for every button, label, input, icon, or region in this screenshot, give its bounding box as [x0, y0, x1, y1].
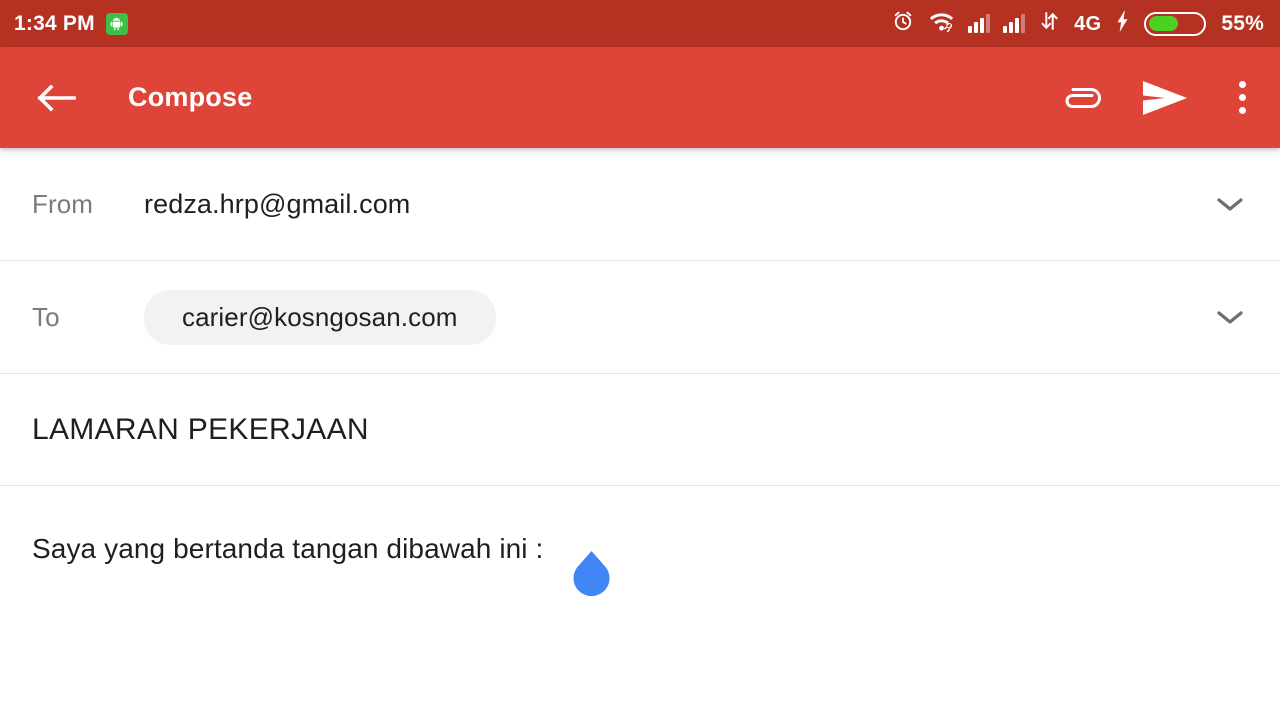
- battery-icon: [1144, 11, 1207, 36]
- android-robot-icon: [105, 12, 128, 35]
- wifi-icon: [928, 10, 955, 37]
- chevron-down-icon[interactable]: [1210, 184, 1250, 224]
- app-toolbar: Compose: [0, 47, 1280, 148]
- from-label: From: [32, 188, 94, 219]
- more-vertical-icon[interactable]: [1227, 77, 1258, 118]
- message-body-input[interactable]: Saya yang bertanda tangan dibawah ini :: [32, 530, 1248, 568]
- alarm-clock-icon: [891, 9, 915, 38]
- cellular-signal-icon: [968, 14, 991, 33]
- back-arrow-icon[interactable]: [36, 82, 78, 114]
- status-bar-left: 1:34 PM: [14, 12, 128, 35]
- to-label: To: [32, 301, 60, 332]
- send-paper-plane-icon[interactable]: [1139, 78, 1189, 118]
- paperclip-icon[interactable]: [1059, 83, 1101, 113]
- status-bar-right: 4G 55%: [891, 9, 1264, 38]
- cellular-signal-icon: [1003, 14, 1026, 33]
- status-bar-clock: 1:34 PM: [14, 12, 95, 35]
- recipient-chip[interactable]: carier@kosngosan.com: [144, 289, 496, 345]
- battery-percentage-label: 55%: [1221, 12, 1264, 35]
- subject-field-row[interactable]: LAMARAN PEKERJAAN: [0, 374, 1280, 486]
- page-title: Compose: [128, 82, 253, 112]
- from-field-row[interactable]: From redza.hrp@gmail.com: [0, 148, 1280, 261]
- compose-form: From redza.hrp@gmail.com To carier@kosng…: [0, 148, 1280, 720]
- toolbar-actions: [1059, 77, 1258, 118]
- network-type-label: 4G: [1074, 12, 1102, 35]
- message-body-area[interactable]: Saya yang bertanda tangan dibawah ini :: [0, 486, 1280, 720]
- charging-bolt-icon: [1114, 9, 1131, 38]
- status-bar: 1:34 PM 4G 55%: [0, 0, 1280, 47]
- text-cursor-handle-icon[interactable]: [568, 549, 615, 596]
- data-transfer-arrows-icon: [1038, 10, 1061, 37]
- to-field-row[interactable]: To carier@kosngosan.com: [0, 261, 1280, 374]
- subject-input[interactable]: LAMARAN PEKERJAAN: [32, 413, 369, 447]
- from-value: redza.hrp@gmail.com: [144, 188, 411, 219]
- chevron-down-icon[interactable]: [1210, 297, 1250, 337]
